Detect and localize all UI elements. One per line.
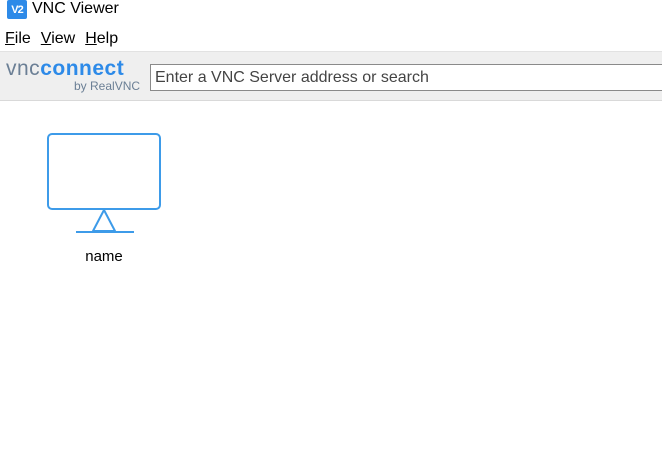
menu-file[interactable]: File bbox=[0, 29, 36, 51]
menu-view-label: iew bbox=[51, 30, 76, 47]
monitor-icon bbox=[47, 133, 161, 233]
logo-wordmark: vncconnect bbox=[6, 58, 124, 80]
vnc-connect-logo: vncconnect by RealVNC bbox=[6, 58, 141, 96]
menu-help-accel: H bbox=[85, 30, 97, 47]
window-title: VNC Viewer bbox=[32, 0, 119, 17]
menu-view-accel: V bbox=[40, 30, 52, 47]
menu-help-label: elp bbox=[96, 30, 119, 47]
menu-file-label: ile bbox=[14, 30, 31, 47]
connection-tile[interactable]: name bbox=[44, 130, 164, 270]
vnc-viewer-app-icon: V2 bbox=[7, 0, 27, 19]
title-bar: V2 VNC Viewer bbox=[0, 0, 662, 22]
menu-bar: File View Help bbox=[0, 29, 123, 51]
connection-name: name bbox=[85, 248, 123, 265]
toolbar: vncconnect by RealVNC bbox=[0, 51, 662, 101]
logo-vnc-text: vnc bbox=[6, 57, 41, 80]
menu-file-accel: F bbox=[5, 30, 15, 47]
menu-help[interactable]: Help bbox=[80, 29, 123, 51]
menu-view[interactable]: View bbox=[36, 29, 80, 51]
logo-connect-text: connect bbox=[40, 57, 125, 80]
search-input[interactable] bbox=[150, 64, 662, 91]
logo-byline: by RealVNC bbox=[74, 79, 141, 93]
